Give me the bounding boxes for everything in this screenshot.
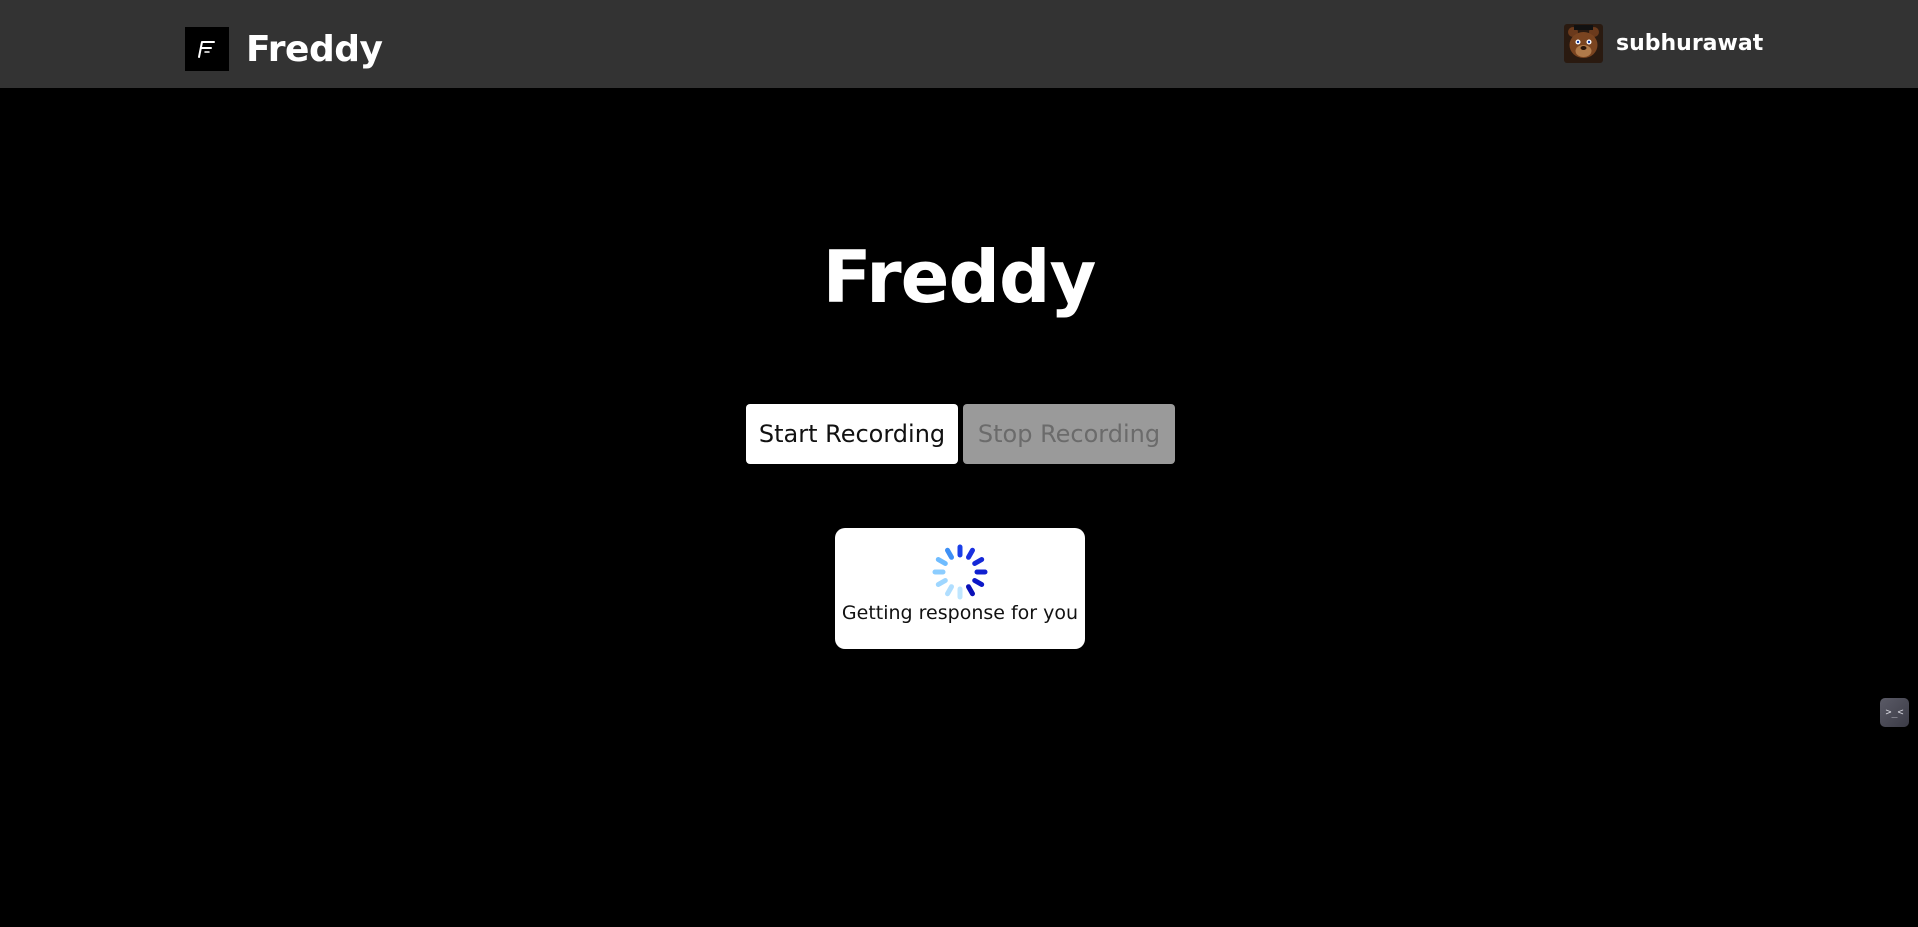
- page-title: Freddy: [822, 235, 1097, 319]
- loading-card: Getting response for you: [835, 528, 1085, 649]
- top-navbar: Freddy subhurawat: [0, 0, 1918, 88]
- start-recording-button[interactable]: Start Recording: [746, 404, 958, 464]
- freddy-logo-icon: [185, 27, 229, 71]
- brand-title: Freddy: [246, 28, 383, 70]
- loading-spinner-icon: [930, 542, 990, 606]
- username: subhurawat: [1616, 31, 1764, 56]
- user-menu[interactable]: subhurawat: [1564, 24, 1763, 63]
- brand-link[interactable]: Freddy: [185, 27, 383, 71]
- terminal-extension-icon[interactable]: >_<: [1880, 698, 1909, 727]
- loading-text: Getting response for you: [841, 602, 1079, 624]
- recording-controls: Start Recording Stop Recording: [746, 404, 1175, 464]
- bear-avatar-icon: [1564, 24, 1603, 63]
- stop-recording-button[interactable]: Stop Recording: [963, 404, 1175, 464]
